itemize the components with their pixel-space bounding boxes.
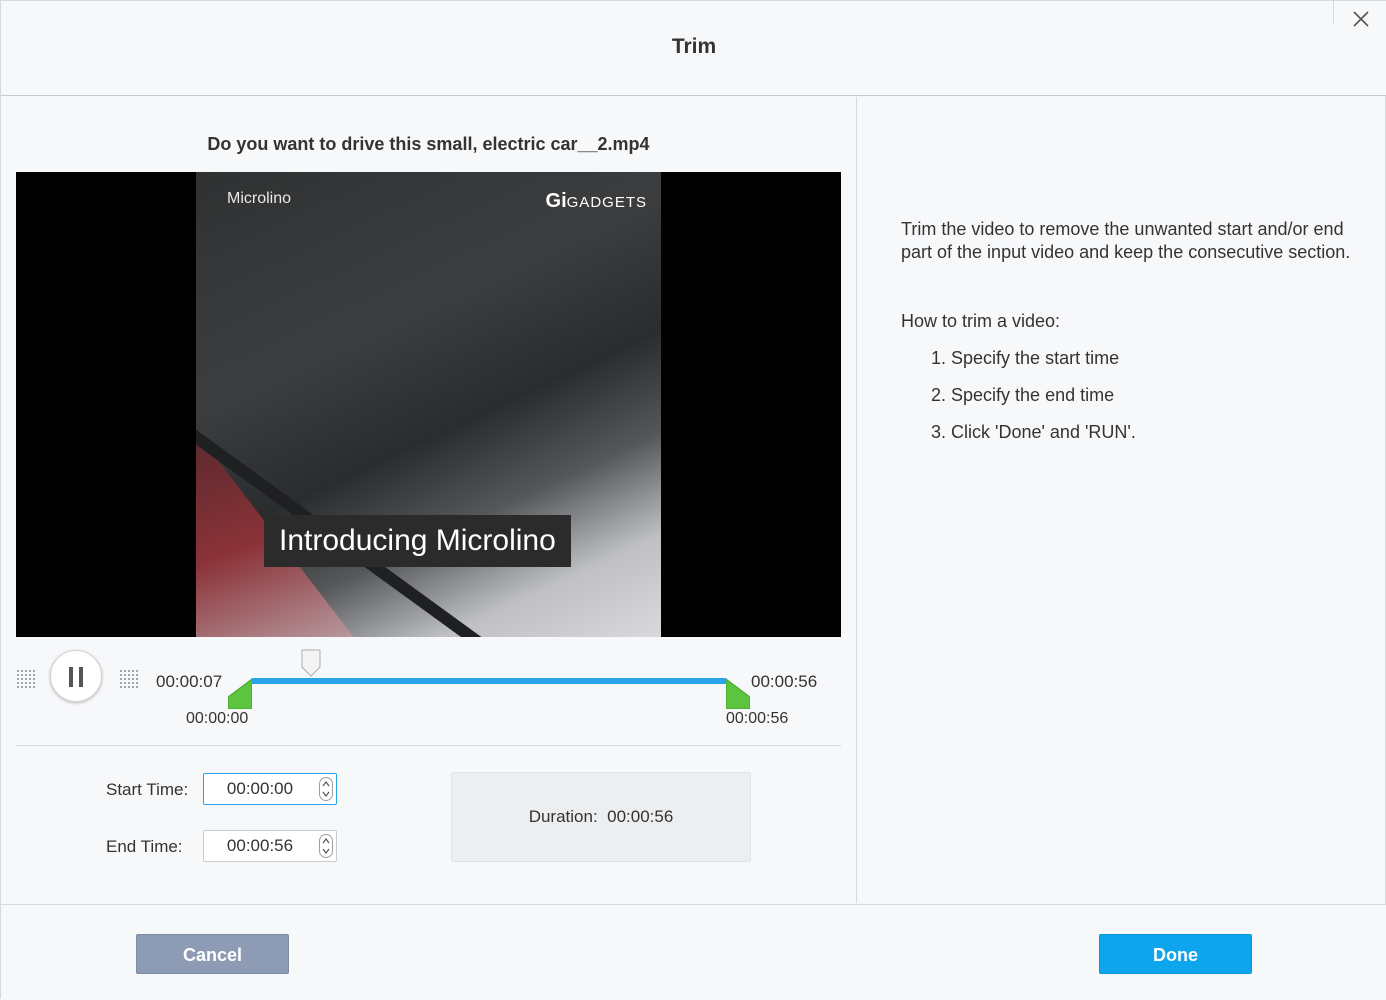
playhead-marker-icon[interactable] [301, 649, 321, 677]
end-time-field[interactable] [203, 830, 337, 862]
chevron-up-icon[interactable] [322, 781, 330, 787]
done-button[interactable]: Done [1099, 934, 1252, 974]
close-icon[interactable] [1353, 11, 1369, 27]
video-caption: Introducing Microlino [264, 515, 571, 567]
start-time-input[interactable] [204, 774, 316, 804]
chevron-down-icon[interactable] [322, 848, 330, 854]
pause-button[interactable] [50, 650, 102, 702]
help-step: 2. Specify the end time [931, 385, 1115, 405]
chevron-up-icon[interactable] [322, 838, 330, 844]
watermark-logo-prefix: Gi [545, 190, 567, 212]
trim-dialog: Trim Do you want to drive this small, el… [0, 0, 1386, 1000]
pause-icon-bar [79, 667, 83, 687]
cancel-button[interactable]: Cancel [136, 934, 289, 974]
duration-value: 00:00:56 [607, 807, 674, 826]
pause-icon [69, 667, 73, 687]
watermark-left: Microlino [227, 190, 292, 207]
controls-divider [16, 745, 841, 746]
start-time-spinner[interactable] [319, 777, 333, 801]
help-pane: Trim the video to remove the unwanted st… [856, 97, 1386, 903]
end-handle-icon[interactable] [726, 679, 750, 709]
close-button[interactable] [1333, 1, 1386, 27]
start-time-label: Start Time: [106, 780, 189, 799]
end-time-input[interactable] [204, 831, 316, 861]
video-preview[interactable]: Microlino GiGADGETS Introducing Microlin… [16, 172, 841, 637]
video-filename: Do you want to drive this small, electri… [207, 134, 650, 154]
step-back-grip-icon[interactable] [16, 669, 36, 689]
dialog-header: Trim [1, 1, 1386, 96]
total-time: 00:00:56 [751, 672, 818, 691]
watermark-logo-text: GADGETS [566, 194, 647, 211]
trim-editor-pane: Do you want to drive this small, electri… [1, 97, 856, 903]
range-start-label: 00:00:00 [186, 710, 249, 727]
start-time-field[interactable] [203, 773, 337, 805]
help-step: 3. Click 'Done' and 'RUN'. [931, 422, 1136, 442]
dialog-title: Trim [671, 35, 717, 58]
selection-range-bar[interactable] [251, 678, 727, 684]
start-handle-icon[interactable] [228, 679, 252, 709]
range-end-label: 00:00:56 [726, 710, 789, 727]
end-time-spinner[interactable] [319, 834, 333, 858]
duration-display: Duration: 00:00:56 [451, 772, 751, 862]
dialog-footer: Cancel Done [1, 904, 1386, 1000]
help-howto-title: How to trim a video: [901, 311, 1061, 331]
player-controls: 00:00:07 00:00:56 00:00:00 00:00:56 [1, 645, 856, 745]
current-time: 00:00:07 [156, 672, 223, 691]
watermark-logo: GiGADGETS [546, 190, 647, 213]
help-step: 1. Specify the start time [931, 348, 1120, 368]
end-time-label: End Time: [106, 837, 183, 856]
chevron-down-icon[interactable] [322, 791, 330, 797]
step-forward-grip-icon[interactable] [119, 669, 139, 689]
video-frame: Microlino GiGADGETS Introducing Microlin… [196, 172, 661, 637]
help-description: Trim the video to remove the unwanted st… [901, 219, 1351, 262]
duration-label: Duration: [528, 807, 598, 826]
